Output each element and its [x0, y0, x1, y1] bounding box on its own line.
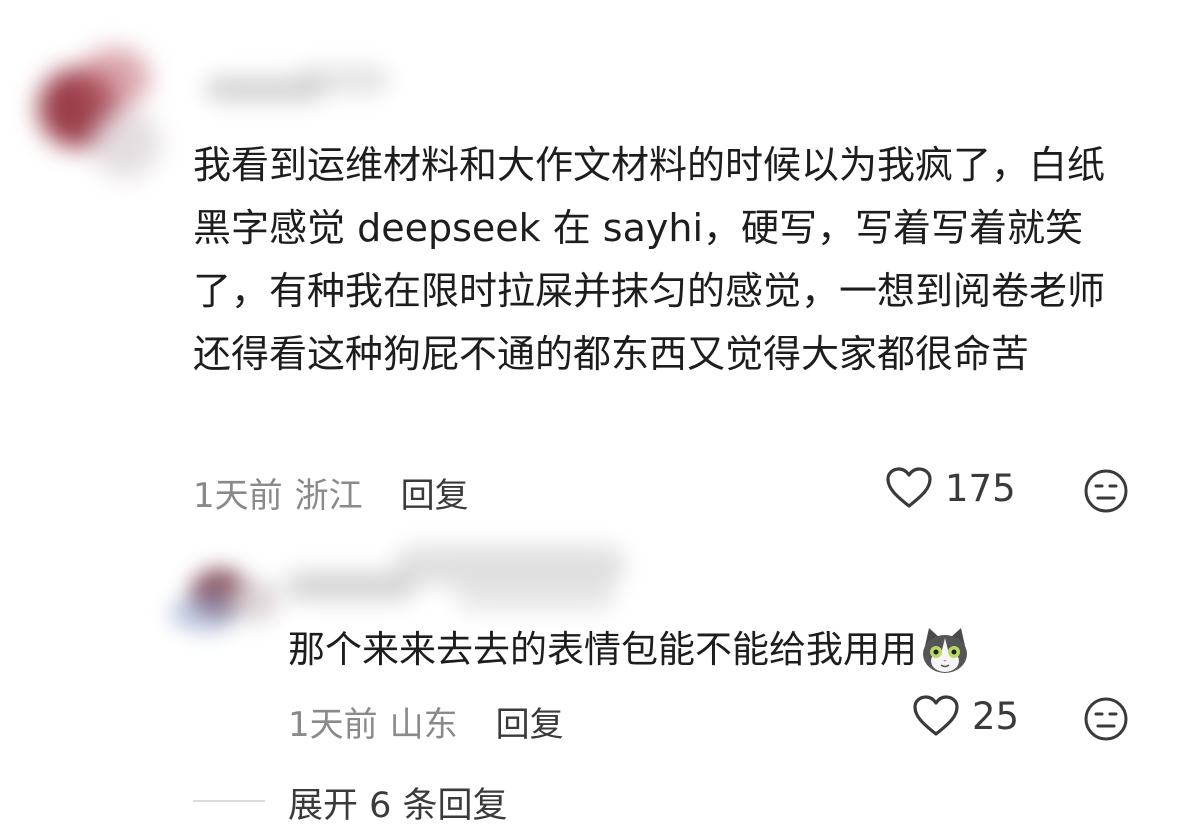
- cat-face-emoji: [923, 628, 967, 673]
- reply-avatar[interactable]: [160, 548, 290, 648]
- comment-meta: 1天前 浙江 回复: [193, 468, 469, 517]
- reply-username-redacted[interactable]: [285, 546, 625, 626]
- heart-outline-icon: [913, 695, 959, 736]
- reply-text: 那个来来去去的表情包能不能给我用用: [288, 628, 917, 671]
- comment-text: 我看到运维材料和大作文材料的时候以为我疯了，白纸黑字感觉 deepseek 在 …: [193, 143, 1106, 376]
- avatar[interactable]: [20, 38, 180, 188]
- comment-location: 浙江: [294, 476, 363, 516]
- heart-outline-icon: [886, 467, 932, 508]
- expand-divider: [193, 800, 265, 802]
- reply-time: 1天前: [288, 705, 378, 745]
- like-button[interactable]: 175: [885, 466, 1016, 510]
- reply-button[interactable]: 回复: [401, 468, 469, 517]
- like-count: 175: [945, 466, 1016, 510]
- reply-meta: 1天前 山东 回复: [288, 697, 564, 746]
- dislike-button[interactable]: [1083, 468, 1129, 518]
- meh-face-icon: [1084, 697, 1128, 741]
- reply-text-row: 那个来来去去的表情包能不能给我用用: [288, 622, 971, 678]
- reply-dislike-button[interactable]: [1083, 696, 1129, 746]
- reply-location: 山东: [389, 705, 458, 745]
- reply-reply-button[interactable]: 回复: [496, 697, 564, 746]
- reply-like-count: 25: [972, 694, 1020, 738]
- expand-replies-button[interactable]: 展开 6 条回复: [288, 777, 508, 828]
- meh-face-icon: [1084, 469, 1128, 513]
- comment-time: 1天前: [193, 476, 283, 516]
- reply-like-button[interactable]: 25: [912, 694, 1019, 738]
- username-redacted[interactable]: [205, 60, 395, 118]
